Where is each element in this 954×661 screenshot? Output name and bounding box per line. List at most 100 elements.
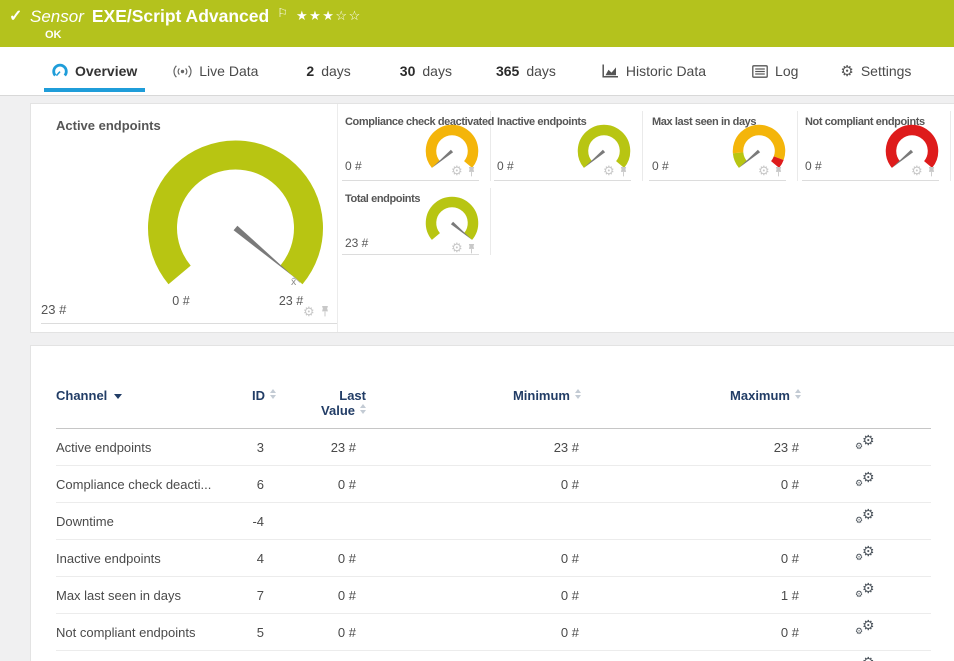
tab-live-data[interactable]: Live Data	[173, 63, 258, 79]
column-label: Maximum	[730, 388, 790, 403]
tab-label: days	[526, 63, 556, 79]
channel-name: Max last seen in days	[56, 577, 226, 614]
channel-id: 7	[226, 577, 276, 614]
gauge-panel-total-endpoints: Total endpoints 23 # ⚙	[342, 188, 491, 255]
last-value: 0 #	[276, 614, 366, 651]
gear-icon[interactable]: ⚙	[758, 164, 770, 177]
column-header-minimum[interactable]: Minimum	[366, 384, 581, 429]
minimum-value	[366, 503, 581, 540]
channel-id: -4	[226, 503, 276, 540]
tab-365-days[interactable]: 365 days	[496, 63, 556, 79]
last-value: 0 #	[276, 540, 366, 577]
pin-icon[interactable]	[927, 165, 936, 181]
divider	[802, 180, 939, 181]
tab-number: 2	[306, 63, 314, 79]
last-value: 0 #	[276, 577, 366, 614]
channel-table: Channel ID Last Value Minimum Maximum	[56, 384, 931, 661]
table-row: Not compliant endpoints 5 0 # 0 # 0 # ⚙⚙	[56, 614, 931, 651]
gauge-value: 23 #	[41, 302, 66, 317]
column-header-id[interactable]: ID	[226, 384, 276, 429]
gauge-value: 23 #	[345, 236, 368, 250]
gauge-value: 0 #	[652, 159, 669, 173]
gear-icon[interactable]: ⚙	[603, 164, 615, 177]
channel-id: 4	[226, 540, 276, 577]
gear-icon[interactable]: ⚙	[911, 164, 923, 177]
sort-icon	[575, 389, 581, 399]
maximum-value: 23 #	[581, 429, 801, 466]
sort-icon	[360, 404, 366, 414]
sort-icon	[270, 389, 276, 399]
channel-settings-icon[interactable]: ⚙⚙	[855, 585, 877, 602]
gauge-title: Total endpoints	[345, 193, 420, 205]
gauge-value: 0 #	[345, 159, 362, 173]
gauge-panel-active-endpoints: Active endpoints x̄ 0 # 23 # 23 # ⚙	[31, 104, 338, 332]
gauge-panel-compliance-check-deactivated: Compliance check deactivated 0 # ⚙	[342, 111, 491, 181]
gauge-arc-amber-segment	[738, 130, 780, 158]
channel-settings-icon[interactable]: ⚙⚙	[855, 474, 877, 491]
minimum-value: 0 #	[366, 614, 581, 651]
tab-label: Historic Data	[626, 63, 706, 79]
tab-label: days	[321, 63, 351, 79]
gear-icon[interactable]: ⚙	[303, 305, 315, 318]
maximum-value	[581, 503, 801, 540]
tab-30-days[interactable]: 30 days	[400, 63, 452, 79]
tab-number: 30	[400, 63, 416, 79]
last-value: 23 #	[276, 651, 366, 661]
star-rating[interactable]: ★★★☆☆	[296, 8, 362, 24]
tab-label: Log	[775, 63, 798, 79]
flag-icon[interactable]: ⚐	[277, 6, 288, 20]
gear-icon[interactable]: ⚙	[451, 241, 463, 254]
column-label: Channel	[56, 388, 107, 403]
area-chart-icon	[602, 64, 619, 78]
gauge-scale-max: 23 #	[279, 294, 303, 308]
channel-name: Downtime	[56, 503, 226, 540]
minimum-value: 0 #	[366, 577, 581, 614]
tab-label: Overview	[75, 63, 137, 79]
channel-settings-icon[interactable]: ⚙⚙	[855, 548, 877, 565]
divider	[41, 323, 337, 324]
table-row: Compliance check deacti... 6 0 # 0 # 0 #…	[56, 466, 931, 503]
log-icon	[752, 65, 768, 78]
gauges-panel: Active endpoints x̄ 0 # 23 # 23 # ⚙ Comp…	[30, 103, 954, 333]
gauge-panel-not-compliant-endpoints: Not compliant endpoints 0 # ⚙	[802, 111, 951, 181]
column-label: Value	[321, 403, 355, 418]
table-row: Downtime -4 ⚙⚙	[56, 503, 931, 540]
channel-settings-icon[interactable]: ⚙⚙	[855, 437, 877, 454]
last-value: 0 #	[276, 466, 366, 503]
channel-settings-icon[interactable]: ⚙⚙	[855, 511, 877, 528]
minimum-value: 23 #	[366, 651, 581, 661]
divider	[649, 180, 786, 181]
column-label: Minimum	[513, 388, 570, 403]
sensor-kind-label: Sensor	[30, 7, 84, 27]
column-header-channel[interactable]: Channel	[56, 384, 226, 429]
gauge-value: 0 #	[805, 159, 822, 173]
gear-icon[interactable]: ⚙	[451, 164, 463, 177]
gauge-value: 0 #	[497, 159, 514, 173]
pin-icon[interactable]	[774, 165, 783, 181]
maximum-value: 0 #	[581, 466, 801, 503]
divider	[342, 180, 479, 181]
channel-name: Active endpoints	[56, 429, 226, 466]
pin-icon[interactable]	[320, 305, 330, 321]
gauge-arc-green-segment	[738, 153, 743, 165]
channel-name: Compliance check deacti...	[56, 466, 226, 503]
pin-icon[interactable]	[467, 165, 476, 181]
tab-overview[interactable]: Overview	[52, 63, 137, 79]
tab-historic-data[interactable]: Historic Data	[602, 63, 706, 79]
status-header: ✓ Sensor EXE/Script Advanced ⚐ ★★★☆☆ OK	[0, 0, 954, 47]
pin-icon[interactable]	[467, 242, 476, 258]
column-header-last-value[interactable]: Last Value	[276, 384, 366, 429]
table-row: Max last seen in days 7 0 # 0 # 1 # ⚙⚙	[56, 577, 931, 614]
maximum-value: 0 #	[581, 540, 801, 577]
maximum-value: 0 #	[581, 614, 801, 651]
channel-settings-icon[interactable]: ⚙⚙	[855, 622, 877, 639]
minimum-value: 0 #	[366, 466, 581, 503]
tab-2-days[interactable]: 2 days	[306, 63, 350, 79]
channel-name: Not compliant endpoints	[56, 614, 226, 651]
tab-log[interactable]: Log	[752, 63, 798, 79]
column-header-maximum[interactable]: Maximum	[581, 384, 801, 429]
column-header-actions	[801, 384, 931, 429]
gauge-arc	[583, 130, 625, 164]
tab-settings[interactable]: ⚙ Settings	[840, 62, 911, 80]
pin-icon[interactable]	[619, 165, 628, 181]
